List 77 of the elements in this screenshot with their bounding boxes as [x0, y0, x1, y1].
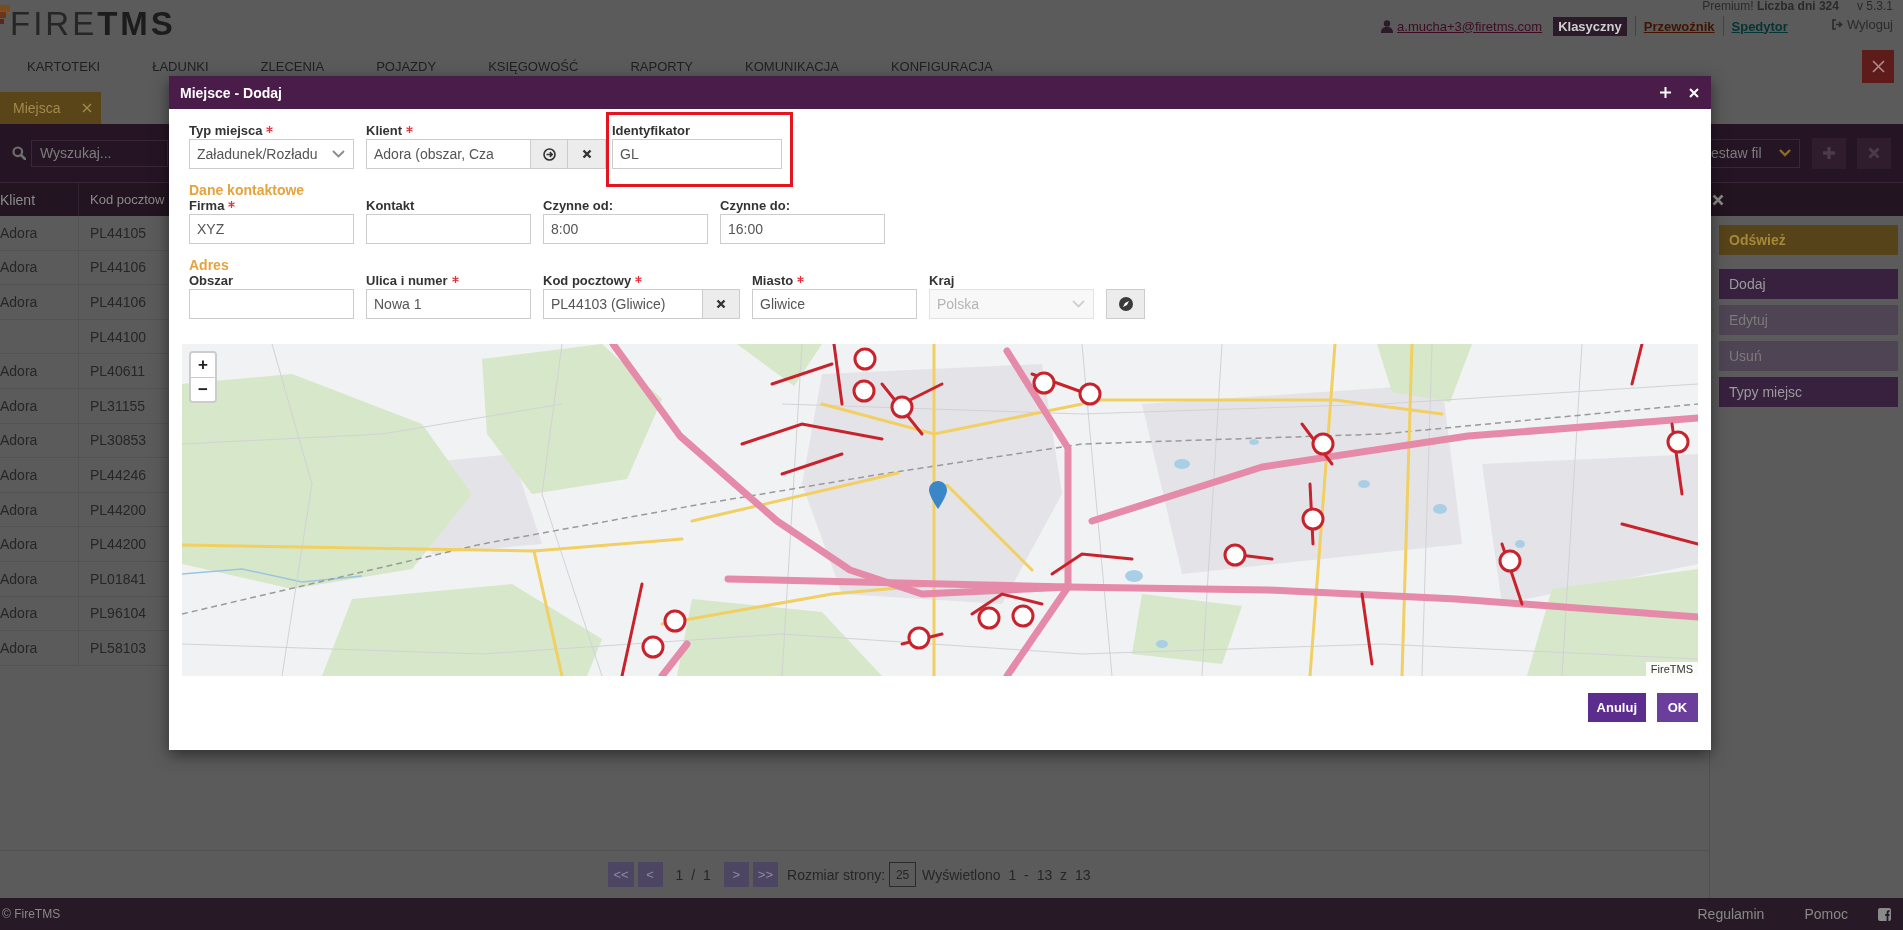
- user-icon: [1381, 19, 1394, 33]
- nav-menu-item[interactable]: KONFIGURACJA: [864, 58, 1019, 74]
- input-field[interactable]: Adora (obszar, Cza: [366, 139, 531, 169]
- close-icon: [1871, 59, 1885, 73]
- section-heading: Dane kontaktowe: [189, 182, 305, 198]
- mode-link[interactable]: Przewoźnik: [1643, 18, 1715, 34]
- field-label: Miasto: [752, 273, 794, 289]
- input-field[interactable]: 16:00: [720, 214, 885, 244]
- column-header[interactable]: Klient: [0, 183, 79, 216]
- search-field[interactable]: Wyszukaj...: [31, 139, 168, 167]
- footer-link[interactable]: Pomoc: [1804, 906, 1848, 922]
- close-icon: [716, 299, 726, 309]
- close-button[interactable]: [1862, 49, 1894, 83]
- copyright-text: © FireTMS: [2, 907, 61, 921]
- chevron-icon: [1779, 149, 1791, 157]
- field-label: Czynne od:: [543, 198, 614, 214]
- input-field[interactable]: Gliwice: [752, 289, 917, 319]
- cancel-button[interactable]: Anuluj: [1587, 693, 1646, 722]
- close-icon: [1868, 147, 1880, 159]
- nav-menu-item[interactable]: KOMUNIKACJA: [719, 58, 865, 74]
- close-icon: [581, 149, 592, 159]
- dialog-title: Miejsce - Dodaj: [180, 84, 282, 101]
- field-label: Klient: [366, 123, 403, 139]
- action-button[interactable]: Odśwież: [1719, 225, 1898, 255]
- map-attribution: FireTMS: [1645, 662, 1698, 676]
- plus-icon: [1822, 146, 1836, 160]
- input-field[interactable]: [366, 214, 531, 244]
- field-label: Obszar: [189, 273, 234, 289]
- ok-button[interactable]: OK: [1657, 693, 1698, 722]
- input-field[interactable]: [189, 289, 354, 319]
- first-page-button[interactable]: <<: [608, 862, 634, 887]
- input-field[interactable]: GL: [612, 139, 782, 169]
- field-label: Ulica i numer: [366, 273, 448, 289]
- input-field[interactable]: 8:00: [543, 214, 708, 244]
- compass-icon: [1118, 297, 1133, 311]
- go-button[interactable]: [531, 139, 568, 169]
- nav-menu-item[interactable]: POJAZDY: [350, 58, 463, 74]
- chevron-icon: [332, 150, 345, 158]
- action-button[interactable]: Dodaj: [1719, 269, 1898, 299]
- mode-link[interactable]: Klasyczny: [1553, 16, 1627, 36]
- field-label: Identyfikator: [612, 123, 690, 139]
- field-label: Kontakt: [366, 198, 415, 214]
- mode-link[interactable]: Spedytor: [1731, 18, 1788, 34]
- section-heading: Adres: [189, 257, 229, 273]
- tab[interactable]: Miejsca: [0, 92, 101, 124]
- previous-page-button[interactable]: <: [637, 862, 663, 887]
- field-label: Czynne do:: [720, 198, 791, 214]
- arrow-circle-icon: [542, 147, 556, 161]
- nav-menu-item[interactable]: KSIĘGOWOŚĆ: [462, 58, 605, 74]
- search-icon: [12, 146, 26, 160]
- locate-button[interactable]: [1106, 289, 1145, 319]
- column-header[interactable]: Kod pocztow: [79, 183, 168, 216]
- action-button[interactable]: Typy miejsc: [1719, 377, 1898, 407]
- user-email-link[interactable]: a.mucha+3@firetms.com: [1397, 18, 1543, 34]
- nav-menu-item[interactable]: RAPORTY: [604, 58, 720, 74]
- map-pin-icon[interactable]: [929, 481, 947, 509]
- zoom-out-button[interactable]: −: [191, 377, 215, 401]
- nav-menu-item[interactable]: ZLECENIA: [234, 58, 351, 74]
- input-field[interactable]: PL44103 (Gliwice): [543, 289, 703, 319]
- input-field[interactable]: XYZ: [189, 214, 354, 244]
- select-field[interactable]: Załadunek/Rozładu: [189, 139, 354, 169]
- input-field[interactable]: Nowa 1: [366, 289, 531, 319]
- last-page-button[interactable]: >>: [752, 862, 779, 887]
- field-label: Kod pocztowy: [543, 273, 632, 289]
- logout-icon: [1831, 19, 1843, 30]
- field-label: Kraj: [929, 273, 955, 289]
- facebook-icon[interactable]: [1878, 907, 1891, 921]
- clear-button[interactable]: [568, 139, 606, 169]
- footer-link[interactable]: Regulamin: [1697, 906, 1765, 922]
- chevron-icon: [1072, 300, 1085, 308]
- nav-menu-item[interactable]: KARTOTEKI: [0, 58, 127, 74]
- field-label: Typ miejsca: [189, 123, 263, 139]
- field-label: Firma: [189, 198, 225, 214]
- next-page-button[interactable]: >: [723, 862, 749, 887]
- nav-menu-item[interactable]: ŁADUNKI: [126, 58, 235, 74]
- plus-icon[interactable]: [1660, 87, 1671, 98]
- clear-button[interactable]: [703, 289, 740, 319]
